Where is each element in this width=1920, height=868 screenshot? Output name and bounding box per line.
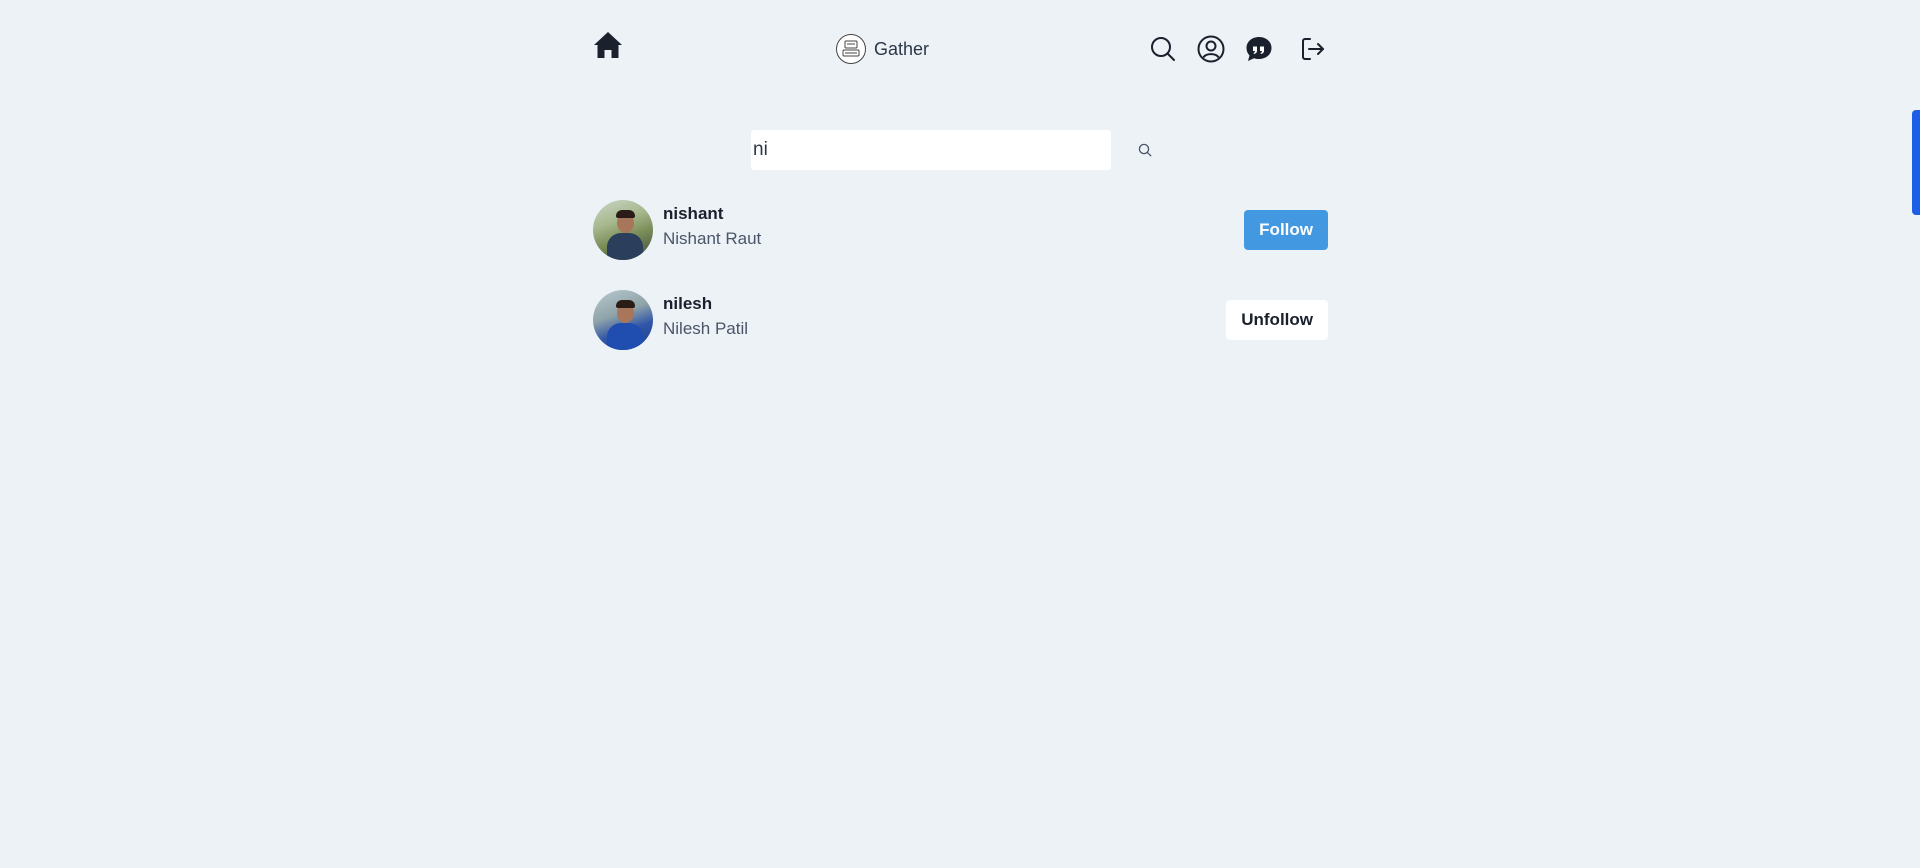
home-button[interactable]	[593, 31, 623, 59]
brand-title: Gather	[874, 38, 930, 59]
nav-actions	[1148, 33, 1328, 65]
user-search-bar	[751, 130, 1155, 170]
page: Gather ni nishant Nishant Raut Follow ni…	[0, 0, 1920, 868]
search-icon	[1151, 37, 1175, 61]
top-nav: Gather	[593, 28, 1328, 72]
unfollow-button[interactable]: Unfollow	[1226, 300, 1328, 340]
search-input[interactable]	[751, 130, 1111, 170]
search-icon	[1138, 143, 1152, 157]
avatar[interactable]	[593, 290, 653, 350]
search-nav-button[interactable]	[1148, 34, 1178, 64]
app-logo-icon	[836, 34, 866, 64]
profile-nav-button[interactable]	[1196, 34, 1226, 64]
user-result-row: nilesh Nilesh Patil Unfollow	[593, 290, 1328, 350]
username[interactable]: nilesh	[663, 293, 748, 315]
home-icon	[594, 32, 622, 58]
user-info: nishant Nishant Raut	[663, 203, 761, 250]
side-feedback-tab[interactable]	[1912, 110, 1920, 215]
user-result-row: nishant Nishant Raut Follow	[593, 200, 1328, 260]
avatar[interactable]	[593, 200, 653, 260]
messages-nav-button[interactable]	[1244, 34, 1274, 64]
username[interactable]: nishant	[663, 203, 761, 225]
user-circle-icon	[1197, 35, 1225, 63]
logout-icon	[1302, 38, 1324, 60]
quote-chat-icon	[1246, 37, 1272, 61]
full-name: Nilesh Patil	[663, 319, 749, 338]
brand[interactable]: Gather	[836, 33, 929, 65]
full-name: Nishant Raut	[663, 229, 762, 248]
logout-button[interactable]	[1298, 34, 1328, 64]
search-submit-button[interactable]	[1135, 140, 1155, 160]
user-info: nilesh Nilesh Patil	[663, 293, 748, 340]
follow-button[interactable]: Follow	[1244, 210, 1328, 250]
search-results: nishant Nishant Raut Follow nilesh Niles…	[593, 200, 1328, 380]
